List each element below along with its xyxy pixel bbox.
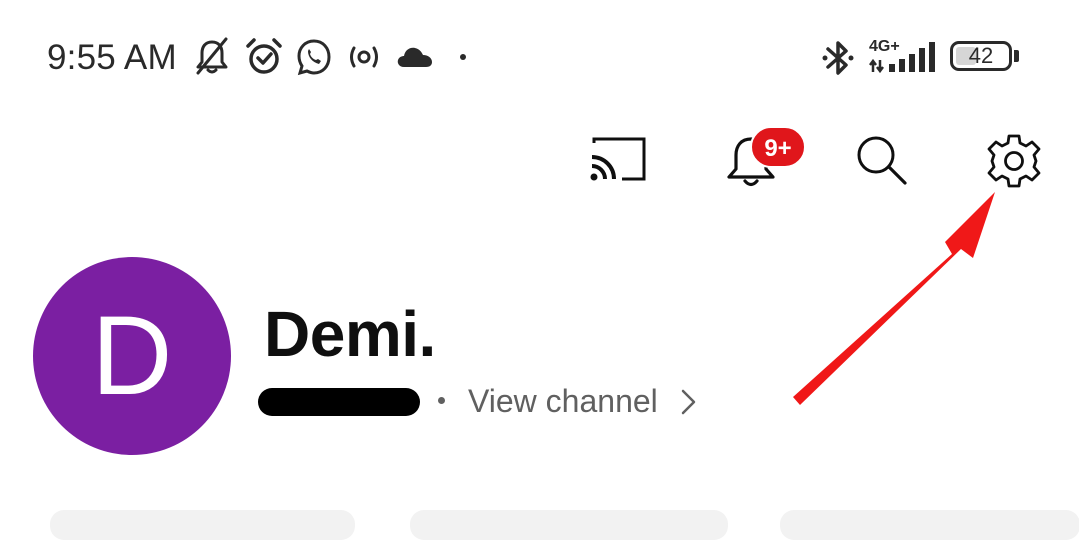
battery-tip [1014, 50, 1019, 62]
chevron-right-icon[interactable] [679, 387, 699, 417]
chip[interactable] [50, 510, 355, 540]
alarm-icon [246, 38, 282, 74]
hotspot-icon [350, 46, 378, 68]
cast-icon[interactable] [588, 135, 650, 185]
profile-name: Demi. [264, 298, 436, 370]
separator-dot [438, 397, 445, 404]
status-time: 9:55 AM [47, 38, 177, 77]
view-channel-link[interactable]: View channel [468, 382, 658, 420]
signal-icon [869, 42, 935, 74]
chip[interactable] [410, 510, 728, 540]
mute-notifications-icon [196, 37, 228, 75]
avatar[interactable]: D [33, 257, 231, 455]
annotation-arrow [793, 192, 995, 405]
battery-icon: 42 [950, 41, 1012, 71]
search-icon[interactable] [854, 134, 910, 186]
chip[interactable] [780, 510, 1079, 540]
whatsapp-icon [297, 39, 331, 76]
dot-indicator [460, 54, 466, 60]
redacted-handle [258, 388, 420, 416]
battery-level: 42 [968, 43, 994, 68]
bluetooth-icon [822, 41, 854, 75]
cloud-icon [397, 47, 432, 67]
notification-badge: 9+ [750, 126, 806, 168]
status-bar: 9:55 AM 4G+ 42 [0, 0, 1079, 118]
